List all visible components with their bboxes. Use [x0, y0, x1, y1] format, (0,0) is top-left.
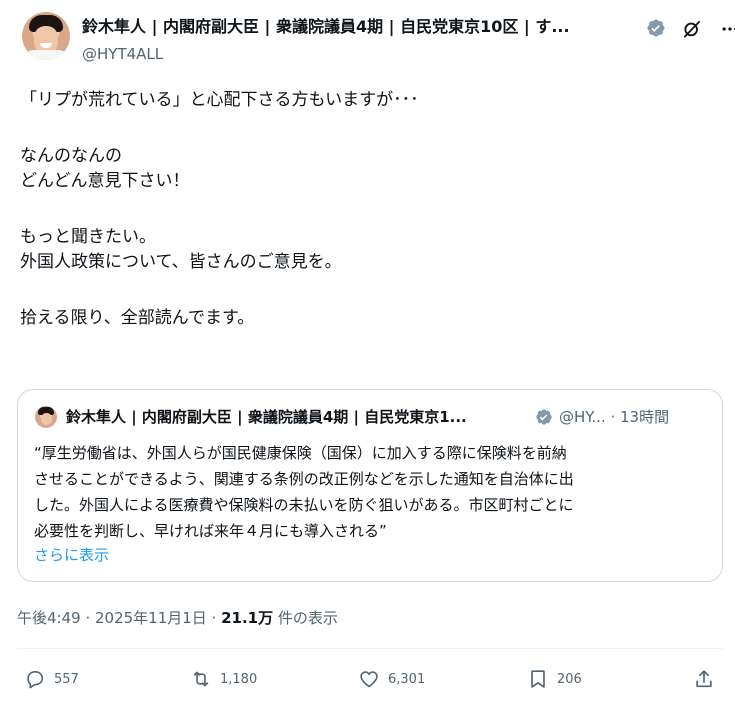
repost-button[interactable]: 1,180 [190, 667, 257, 691]
tweet-detail: 鈴木隼人 | 内閣府副大臣 | 衆議院議員4期 | 自民党東京10区 | す..… [0, 0, 735, 701]
bookmark-button[interactable]: 206 [527, 667, 582, 691]
quoted-text-line: させることができるよう、関連する条例の改正例などを示した通知を自治体に出 [34, 470, 574, 488]
avatar-shoulder [22, 50, 70, 60]
quoted-text-line: “厚生労働省は、外国人らが国民健康保険（国保）に加入する際に保険料を前納 [34, 444, 567, 462]
tweet-timestamp-row: 午後4:49 · 2025年11月1日 · 21.1万 件の表示 [17, 608, 338, 628]
views-count: 21.1万 [221, 609, 274, 627]
grok-icon[interactable] [682, 19, 702, 39]
tweet-text-line: 拾える限り、全部読んでます。 [20, 308, 255, 328]
like-count: 6,301 [388, 671, 426, 687]
repost-icon [193, 671, 209, 687]
tweet-text-line: もっと聞きたい。 [20, 227, 156, 247]
author-display-name[interactable]: 鈴木隼人 | 内閣府副大臣 | 衆議院議員4期 | 自民党東京10区 | す..… [82, 17, 646, 37]
quoted-tweet-text: “厚生労働省は、外国人らが国民健康保険（国保）に加入する際に保険料を前納 させる… [34, 440, 714, 544]
quoted-author-avatar[interactable] [35, 406, 57, 428]
author-handle[interactable]: @HYT4ALL [82, 44, 163, 64]
share-icon [696, 670, 712, 688]
repost-count: 1,180 [220, 671, 258, 687]
quoted-tweet-card[interactable]: 鈴木隼人 | 内閣府副大臣 | 衆議院議員4期 | 自民党東京1... @HY.… [17, 389, 723, 582]
reply-count: 557 [54, 671, 79, 687]
author-avatar[interactable] [22, 12, 70, 60]
reply-button[interactable]: 557 [24, 667, 79, 691]
tweet-text-line: どんどん意見下さい！ [20, 171, 190, 191]
bookmark-icon [531, 670, 545, 688]
tweet-text-line: 「リプが荒れている」と心配下さる方もいますが･･･ [20, 90, 419, 110]
verified-badge-icon [536, 409, 552, 425]
tweet-text-line: なんのなんの [20, 146, 122, 166]
bookmark-count: 206 [557, 671, 582, 687]
share-button[interactable] [693, 667, 715, 691]
quoted-text-line: した。外国人による医療費や保険料の未払いを防ぐ狙いがある。市区町村ごとに [34, 496, 574, 514]
quoted-author-display-name[interactable]: 鈴木隼人 | 内閣府副大臣 | 衆議院議員4期 | 自民党東京1... [66, 407, 532, 427]
like-button[interactable]: 6,301 [358, 667, 425, 691]
views-label: 件の表示 [273, 609, 338, 627]
heart-icon [360, 671, 378, 688]
verified-badge-icon[interactable] [646, 18, 666, 38]
avatar-face [41, 413, 52, 425]
quoted-text-line: 必要性を判断し、早ければ来年４月にも導入される” [34, 522, 387, 540]
tweet-time-date[interactable]: 午後4:49 · 2025年11月1日 · [17, 609, 221, 627]
tweet-text: 「リプが荒れている」と心配下さる方もいますが･･･ なんのなんの どんどん意見下… [20, 88, 720, 331]
reply-icon [27, 671, 44, 689]
quoted-handle-and-time[interactable]: @HY... · 13時間 [559, 407, 669, 427]
show-more-link[interactable]: さらに表示 [34, 545, 109, 565]
tweet-header: 鈴木隼人 | 内閣府副大臣 | 衆議院議員4期 | 自民党東京10区 | す..… [16, 8, 735, 64]
tweet-text-line: 外国人政策について、皆さんのご意見を。 [20, 252, 342, 272]
action-bar-divider [17, 648, 723, 649]
more-options-icon[interactable] [720, 19, 735, 39]
